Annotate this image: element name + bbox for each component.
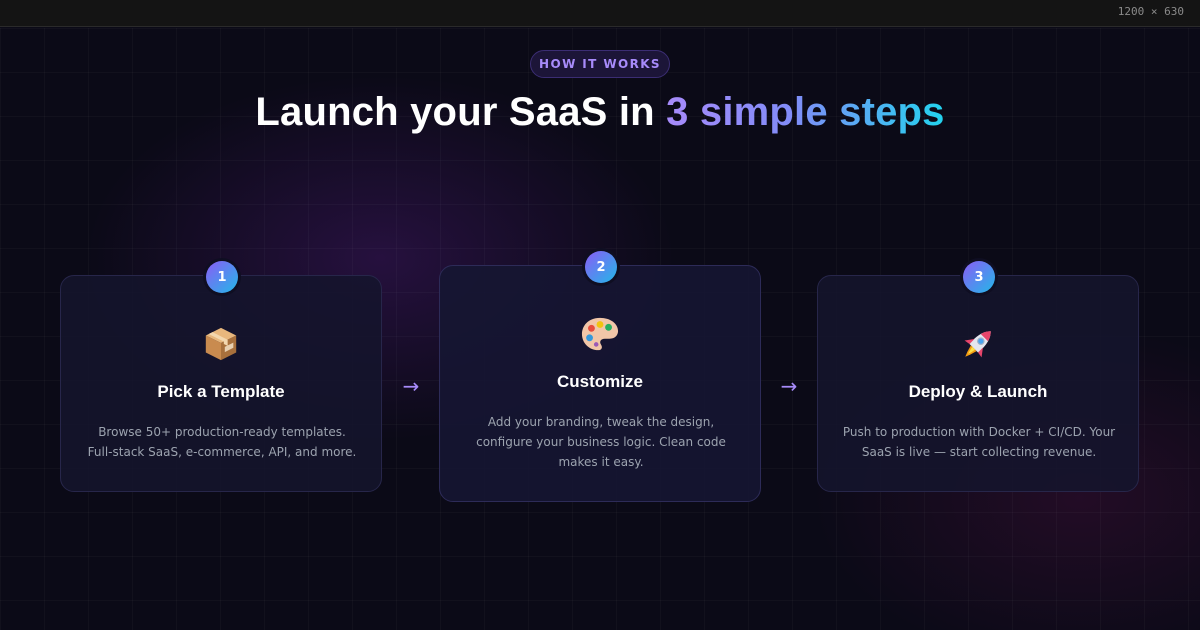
arrow-right-icon: → — [402, 374, 420, 398]
headline-prefix: Launch your SaaS in — [255, 90, 667, 134]
headline-accent: 3 simple steps — [666, 90, 945, 134]
viewport-size-label: 1200 × 630 — [1117, 5, 1184, 18]
step-description: Browse 50+ production-ready templates. F… — [87, 425, 357, 459]
step-title: Pick a Template — [157, 382, 285, 401]
section-badge: HOW IT WORKS — [530, 50, 670, 78]
step-card-2: 2 Customize Add your branding, tweak the… — [439, 251, 761, 502]
step-description: Add your branding, tweak the design, con… — [476, 415, 726, 469]
arrow-right-icon: → — [780, 374, 798, 398]
package-icon — [61, 322, 381, 366]
step-number-badge: 1 — [206, 261, 238, 293]
step-card-1: 1 Pick a Template Browse 50+ production-… — [60, 261, 382, 492]
how-it-works-section: HOW IT WORKS Launch your SaaS in 3 simpl… — [0, 28, 1200, 630]
step-title: Deploy & Launch — [908, 382, 1048, 401]
rocket-icon — [818, 322, 1138, 366]
preview-toolbar: 1200 × 630 — [0, 0, 1200, 27]
step-card-3: 3 Deploy & Launch Push to production wit… — [817, 261, 1139, 492]
step-title: Customize — [557, 372, 643, 391]
step-number-badge: 2 — [585, 251, 617, 283]
palette-icon — [440, 312, 760, 356]
step-number-badge: 3 — [963, 261, 995, 293]
section-headline: Launch your SaaS in 3 simple steps — [0, 90, 1200, 135]
step-description: Push to production with Docker + CI/CD. … — [842, 425, 1116, 459]
